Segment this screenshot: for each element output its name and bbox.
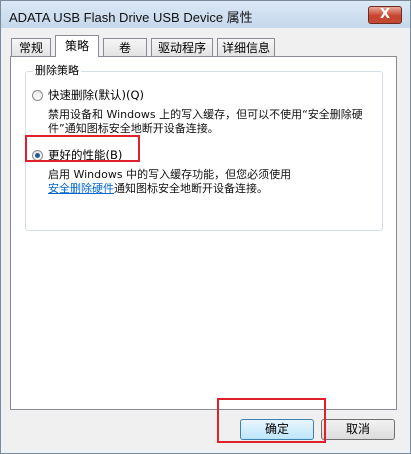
better-performance-radio[interactable] xyxy=(32,150,43,161)
tab-policies[interactable]: 策略 xyxy=(55,35,99,57)
tab-general[interactable]: 常规 xyxy=(11,38,51,56)
tab-driver-label: 驱动程序 xyxy=(157,41,206,55)
quick-removal-radio[interactable] xyxy=(32,90,43,101)
tab-volume-label: 卷 xyxy=(118,41,131,55)
tab-driver[interactable]: 驱动程序 xyxy=(151,38,213,56)
better-performance-text-tail: 通知图标安全地断开设备连接。 xyxy=(114,182,268,195)
window-title: ADATA USB Flash Drive USB Device 属性 xyxy=(9,10,253,25)
tab-details-label: 详细信息 xyxy=(221,41,270,55)
quick-removal-description: 禁用设备和 Windows 上的写入缓存，但可以不使用“安全删除硬件”通知图标安… xyxy=(48,108,363,135)
tab-volume[interactable]: 卷 xyxy=(103,38,147,56)
better-performance-description: 启用 Windows 中的写入缓存功能，但您必须使用 安全删除硬件通知图标安全地断… xyxy=(48,168,378,196)
close-icon: X xyxy=(379,7,391,22)
dialog-body: 常规 策略 卷 驱动程序 详细信息 删除策略 快速删除(默认)(Q) 禁用设备和… xyxy=(3,28,408,451)
tab-policies-label: 策略 xyxy=(64,39,89,53)
removal-policy-group: 快速删除(默认)(Q) 禁用设备和 Windows 上的写入缓存，但可以不使用“… xyxy=(25,71,383,231)
ok-button[interactable]: 确定 xyxy=(240,419,314,440)
tab-details[interactable]: 详细信息 xyxy=(217,38,275,56)
policies-panel: 删除策略 快速删除(默认)(Q) 禁用设备和 Windows 上的写入缓存，但可… xyxy=(10,56,397,410)
removal-policy-group-title: 删除策略 xyxy=(33,62,81,78)
cancel-button-label: 取消 xyxy=(345,422,370,436)
cancel-button[interactable]: 取消 xyxy=(321,419,395,440)
close-button[interactable]: X xyxy=(368,6,402,24)
quick-removal-label[interactable]: 快速删除(默认)(Q) xyxy=(48,87,144,103)
better-performance-text: 启用 Windows 中的写入缓存功能，但您必须使用 xyxy=(48,168,292,181)
tab-general-label: 常规 xyxy=(18,41,43,55)
ok-button-label: 确定 xyxy=(264,422,289,436)
better-performance-label[interactable]: 更好的性能(B) xyxy=(48,147,122,163)
properties-dialog: ADATA USB Flash Drive USB Device 属性 X 常规… xyxy=(0,0,411,454)
title-bar[interactable]: ADATA USB Flash Drive USB Device 属性 X xyxy=(1,1,410,28)
safely-remove-hardware-link[interactable]: 安全删除硬件 xyxy=(48,182,114,195)
